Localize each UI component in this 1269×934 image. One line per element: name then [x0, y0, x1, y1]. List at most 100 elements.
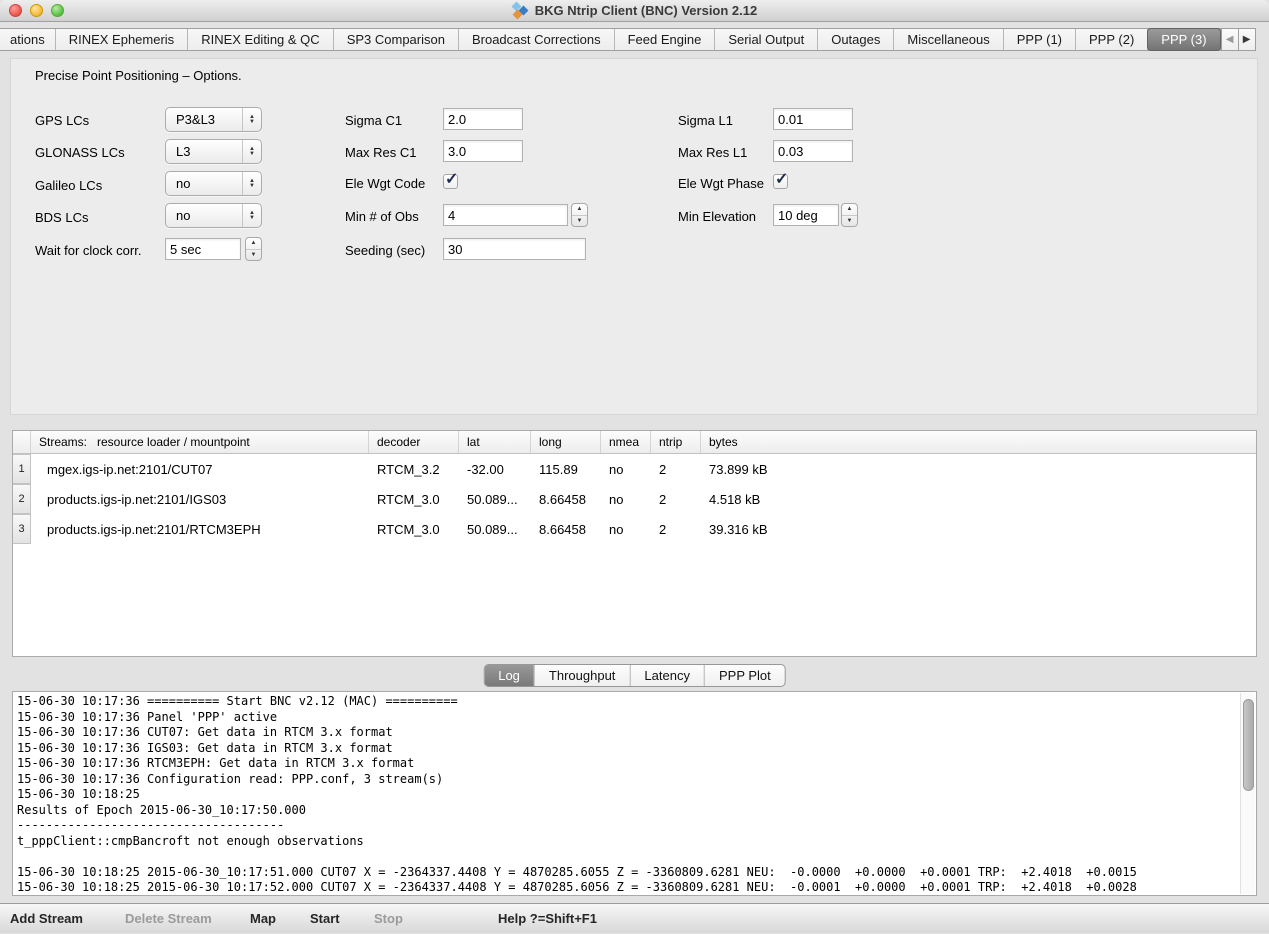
- cell-bytes[interactable]: 39.316 kB: [701, 514, 1256, 544]
- stepper-up-icon[interactable]: ▲: [842, 204, 857, 216]
- cell-lat[interactable]: 50.089...: [459, 484, 531, 514]
- min-elevation-stepper[interactable]: ▲ ▼: [841, 203, 858, 227]
- cell-bytes[interactable]: 73.899 kB: [701, 454, 1256, 484]
- cell-ntrip[interactable]: 2: [651, 514, 701, 544]
- header-mountpoint[interactable]: Streams: resource loader / mountpoint: [31, 431, 369, 453]
- header-long[interactable]: long: [531, 431, 601, 453]
- tab-ppp-2[interactable]: PPP (2): [1076, 29, 1148, 50]
- tab-ppp-plot[interactable]: PPP Plot: [705, 665, 785, 686]
- log-panel[interactable]: 15-06-30 10:17:36 ========== Start BNC v…: [12, 691, 1257, 896]
- wait-clock-input[interactable]: [165, 238, 241, 260]
- cell-ntrip[interactable]: 2: [651, 484, 701, 514]
- tab-scroll-right-icon[interactable]: ▶: [1238, 28, 1256, 51]
- cell-bytes[interactable]: 4.518 kB: [701, 484, 1256, 514]
- cell-nmea[interactable]: no: [601, 484, 651, 514]
- delete-stream-button: Delete Stream: [125, 904, 212, 934]
- min-obs-stepper[interactable]: ▲ ▼: [571, 203, 588, 227]
- tab-miscellaneous[interactable]: Miscellaneous: [894, 29, 1003, 50]
- cell-nmea[interactable]: no: [601, 514, 651, 544]
- dropdown-arrows-icon: ▲▼: [242, 108, 261, 131]
- tab-sp3-comparison[interactable]: SP3 Comparison: [334, 29, 459, 50]
- cell-decoder[interactable]: RTCM_3.2: [369, 454, 459, 484]
- sigma-l1-input[interactable]: [773, 108, 853, 130]
- sigma-c1-input[interactable]: [443, 108, 523, 130]
- tab-latency[interactable]: Latency: [630, 665, 705, 686]
- stepper-down-icon[interactable]: ▼: [842, 216, 857, 227]
- cell-mountpoint[interactable]: products.igs-ip.net:2101/IGS03: [31, 484, 369, 514]
- cell-ntrip[interactable]: 2: [651, 454, 701, 484]
- tab-throughput[interactable]: Throughput: [535, 665, 631, 686]
- header-decoder[interactable]: decoder: [369, 431, 459, 453]
- max-res-l1-input[interactable]: [773, 140, 853, 162]
- log-line: 15-06-30 10:18:25 2015-06-30_10:17:52.00…: [17, 880, 1238, 893]
- ele-wgt-code-checkbox[interactable]: ✓: [443, 174, 458, 189]
- tab-ppp-1[interactable]: PPP (1): [1004, 29, 1076, 50]
- cell-nmea[interactable]: no: [601, 454, 651, 484]
- tab-rinex-observations[interactable]: ations: [0, 29, 56, 50]
- table-row[interactable]: 2 products.igs-ip.net:2101/IGS03 RTCM_3.…: [13, 484, 1256, 514]
- stepper-up-icon[interactable]: ▲: [572, 204, 587, 216]
- tab-rinex-editing-qc[interactable]: RINEX Editing & QC: [188, 29, 334, 50]
- table-row[interactable]: 1 mgex.igs-ip.net:2101/CUT07 RTCM_3.2 -3…: [13, 454, 1256, 484]
- table-row[interactable]: 3 products.igs-ip.net:2101/RTCM3EPH RTCM…: [13, 514, 1256, 544]
- header-lat[interactable]: lat: [459, 431, 531, 453]
- tab-scroll-left-icon[interactable]: ◀: [1221, 28, 1239, 51]
- row-number[interactable]: 2: [13, 484, 31, 514]
- glonass-lcs-label: GLONASS LCs: [35, 145, 125, 160]
- tab-outages[interactable]: Outages: [818, 29, 894, 50]
- header-nmea[interactable]: nmea: [601, 431, 651, 453]
- start-button[interactable]: Start: [310, 904, 340, 934]
- cell-mountpoint[interactable]: mgex.igs-ip.net:2101/CUT07: [31, 454, 369, 484]
- cell-long[interactable]: 8.66458: [531, 514, 601, 544]
- gps-lcs-dropdown[interactable]: P3&L3 ▲▼: [165, 107, 262, 132]
- cell-decoder[interactable]: RTCM_3.0: [369, 514, 459, 544]
- dropdown-arrows-icon: ▲▼: [242, 140, 261, 163]
- tab-log[interactable]: Log: [484, 665, 535, 686]
- min-elevation-input[interactable]: [773, 204, 839, 226]
- max-res-c1-input[interactable]: [443, 140, 523, 162]
- tab-ppp-3[interactable]: PPP (3): [1147, 28, 1220, 51]
- stepper-down-icon[interactable]: ▼: [572, 216, 587, 227]
- tab-broadcast-corrections[interactable]: Broadcast Corrections: [459, 29, 615, 50]
- log-line: 15-06-30 10:17:36 ========== Start BNC v…: [17, 694, 1238, 710]
- cell-lat[interactable]: -32.00: [459, 454, 531, 484]
- row-number[interactable]: 3: [13, 514, 31, 544]
- log-line: 15-06-30 10:17:36 IGS03: Get data in RTC…: [17, 741, 1238, 757]
- cell-lat[interactable]: 50.089...: [459, 514, 531, 544]
- seeding-input[interactable]: [443, 238, 586, 260]
- cell-mountpoint[interactable]: products.igs-ip.net:2101/RTCM3EPH: [31, 514, 369, 544]
- wait-clock-stepper[interactable]: ▲ ▼: [245, 237, 262, 261]
- log-scrollbar[interactable]: [1240, 693, 1255, 894]
- minimize-window-icon[interactable]: [30, 4, 43, 17]
- glonass-lcs-dropdown[interactable]: L3 ▲▼: [165, 139, 262, 164]
- log-line: 15-06-30 10:17:36 CUT07: Get data in RTC…: [17, 725, 1238, 741]
- close-window-icon[interactable]: [9, 4, 22, 17]
- map-button[interactable]: Map: [250, 904, 276, 934]
- window-title: BKG Ntrip Client (BNC) Version 2.12: [535, 3, 757, 18]
- log-line: 15-06-30 10:17:36 Configuration read: PP…: [17, 772, 1238, 788]
- tab-rinex-ephemeris[interactable]: RINEX Ephemeris: [56, 29, 188, 50]
- bds-lcs-value: no: [166, 208, 242, 223]
- checkmark-icon: ✓: [775, 169, 788, 189]
- log-scrollbar-thumb[interactable]: [1243, 699, 1254, 791]
- row-number[interactable]: 1: [13, 454, 31, 484]
- zoom-window-icon[interactable]: [51, 4, 64, 17]
- stepper-up-icon[interactable]: ▲: [246, 238, 261, 250]
- ele-wgt-phase-checkbox[interactable]: ✓: [773, 174, 788, 189]
- cell-decoder[interactable]: RTCM_3.0: [369, 484, 459, 514]
- header-bytes[interactable]: bytes: [701, 431, 1256, 453]
- help-button[interactable]: Help ?=Shift+F1: [498, 904, 597, 934]
- cell-long[interactable]: 8.66458: [531, 484, 601, 514]
- add-stream-button[interactable]: Add Stream: [10, 904, 83, 934]
- title-bar: BKG Ntrip Client (BNC) Version 2.12: [0, 0, 1269, 22]
- checkmark-icon: ✓: [445, 169, 458, 189]
- cell-long[interactable]: 115.89: [531, 454, 601, 484]
- min-obs-input[interactable]: [443, 204, 568, 226]
- bds-lcs-dropdown[interactable]: no ▲▼: [165, 203, 262, 228]
- header-ntrip[interactable]: ntrip: [651, 431, 701, 453]
- bnc-app-icon: [512, 2, 529, 19]
- stepper-down-icon[interactable]: ▼: [246, 250, 261, 261]
- tab-feed-engine[interactable]: Feed Engine: [615, 29, 716, 50]
- tab-serial-output[interactable]: Serial Output: [715, 29, 818, 50]
- galileo-lcs-dropdown[interactable]: no ▲▼: [165, 171, 262, 196]
